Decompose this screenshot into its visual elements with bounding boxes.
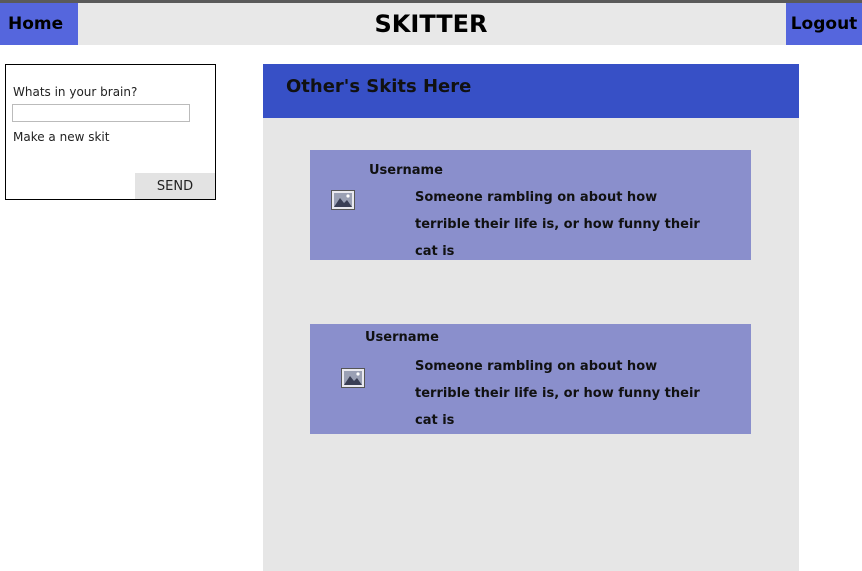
compose-prompt-label: Whats in your brain? xyxy=(13,85,138,99)
skit-card: Username Someone rambling on about how t… xyxy=(310,324,751,434)
feed-heading: Other's Skits Here xyxy=(263,64,799,118)
skit-username: Username xyxy=(365,330,439,345)
feed-panel: Other's Skits Here Username Someone ramb… xyxy=(263,64,799,571)
send-button[interactable]: SEND xyxy=(135,173,215,199)
home-button[interactable]: Home xyxy=(0,3,78,45)
skit-text: Someone rambling on about how terrible t… xyxy=(415,190,700,259)
compose-panel: Whats in your brain? Make a new skit SEN… xyxy=(5,64,216,200)
skit-username: Username xyxy=(369,163,443,178)
skit-card: Username Someone rambling on about how t… xyxy=(310,150,751,260)
top-header: Home SKITTER Logout xyxy=(0,3,862,45)
app-title: SKITTER xyxy=(374,10,488,38)
image-placeholder-icon xyxy=(341,368,365,388)
skit-input[interactable] xyxy=(12,104,190,122)
image-placeholder-icon xyxy=(331,190,355,210)
logout-button[interactable]: Logout xyxy=(786,3,862,45)
skit-text: Someone rambling on about how terrible t… xyxy=(415,359,700,428)
compose-hint: Make a new skit xyxy=(13,130,110,144)
